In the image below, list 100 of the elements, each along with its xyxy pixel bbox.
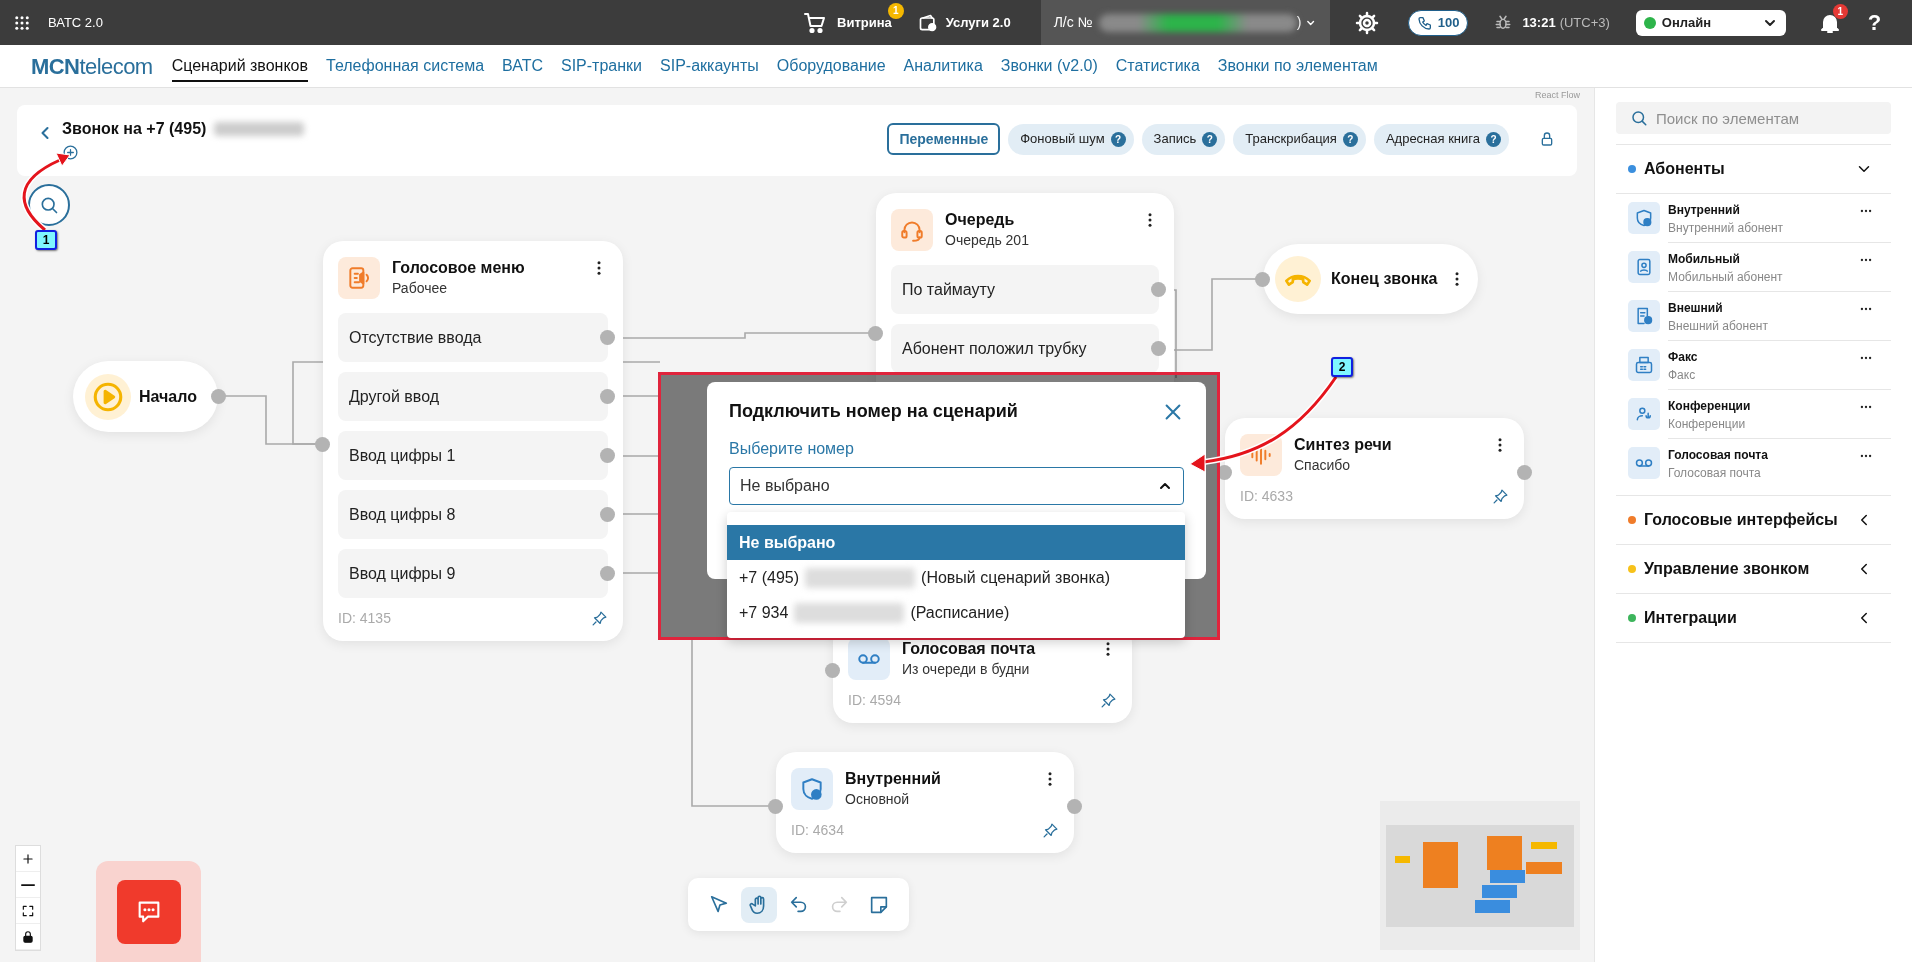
grid-icon xyxy=(13,13,31,32)
end-node[interactable]: Конец звонка xyxy=(1263,244,1478,314)
search-button[interactable] xyxy=(28,184,70,226)
search-field[interactable]: Поиск по элементам xyxy=(1616,102,1891,134)
dialog-title: Подключить номер на сценарий xyxy=(729,400,1018,423)
scenario-title: Звонок на +7 (495) xyxy=(62,119,207,139)
account-selector[interactable]: Л/с № ) xyxy=(1040,0,1330,45)
connector-handle[interactable] xyxy=(600,566,615,581)
item-title: Голосовая почта xyxy=(1668,447,1768,464)
connector-handle[interactable] xyxy=(600,448,615,463)
notification-badge: 1 xyxy=(887,2,904,19)
item-subtitle: Факс xyxy=(1668,367,1697,384)
watermark-text: React Flow xyxy=(1535,89,1580,102)
node-card[interactable]: Синтез речи Спасибо ID: 4633 xyxy=(1225,418,1524,519)
brand-logo: MCNtelecom xyxy=(31,52,153,81)
nav-tab[interactable]: Аналитика xyxy=(903,54,983,82)
select-field[interactable]: Не выбрано xyxy=(729,467,1184,505)
element-item[interactable]: Внешний Внешний абонент xyxy=(1616,292,1891,341)
output-label: Ввод цифры 9 xyxy=(349,563,456,584)
nav-tab[interactable]: Статистика xyxy=(1115,54,1200,82)
group-header[interactable]: Интеграции xyxy=(1616,593,1891,642)
calls-counter[interactable]: 100 xyxy=(1407,9,1469,36)
speaker-icon xyxy=(346,265,372,291)
bug-icon[interactable] xyxy=(1494,13,1513,32)
nav-tab[interactable]: Звонки (v2.0) xyxy=(1000,54,1098,82)
element-item[interactable]: Факс Факс xyxy=(1616,341,1891,390)
node-title: Внутренний xyxy=(845,769,941,789)
help-badge: ? xyxy=(1110,131,1126,147)
nav-tab[interactable]: SIP-аккаунты xyxy=(660,54,759,82)
connector-handle[interactable] xyxy=(1151,282,1166,297)
nav-tab[interactable]: Оборудование xyxy=(776,54,886,82)
element-item[interactable]: Голосовая почта Голосовая почта xyxy=(1616,439,1891,487)
group-header[interactable]: Абоненты xyxy=(1616,144,1891,193)
item-subtitle: Голосовая почта xyxy=(1668,465,1762,482)
fit-view-icon xyxy=(21,903,35,918)
item-subtitle: Внешний абонент xyxy=(1668,318,1768,335)
wallet-icon xyxy=(917,12,938,33)
cart-icon xyxy=(803,10,827,35)
group-header[interactable]: Голосовые интерфейсы xyxy=(1616,495,1891,544)
node-title: Конец звонка xyxy=(1331,269,1438,289)
pin-icon[interactable] xyxy=(1492,488,1509,505)
document-user-icon xyxy=(1634,306,1654,326)
people-icon xyxy=(1634,404,1654,424)
item-title: Конференции xyxy=(1668,398,1751,415)
node-card[interactable]: Внутренний Основной ID: 4634 xyxy=(776,752,1074,853)
connector-handle[interactable] xyxy=(600,330,615,345)
element-item[interactable]: Внутренний Внутренний абонент xyxy=(1616,194,1891,243)
field-label: Выберите номер xyxy=(729,439,855,459)
output-label: Другой ввод xyxy=(349,386,440,407)
lock-button[interactable] xyxy=(1539,131,1555,147)
nav-tab[interactable]: Сценарий звонков xyxy=(171,54,308,82)
profile-card-icon xyxy=(1634,257,1654,277)
dropdown-option[interactable]: Не выбрано xyxy=(727,525,1185,560)
shield-user-icon xyxy=(799,776,825,802)
pin-icon[interactable] xyxy=(591,610,608,627)
help-button[interactable]: ? xyxy=(1867,6,1882,39)
connector-handle[interactable] xyxy=(600,507,615,522)
help-badge: ? xyxy=(1202,131,1218,147)
services-button[interactable]: Услуги 2.0 xyxy=(917,12,1011,33)
dropdown-option[interactable]: +7 (495) (Новый сценарий звонка) xyxy=(727,560,1185,595)
toolbar-button[interactable] xyxy=(740,886,777,923)
connector-handle[interactable] xyxy=(600,389,615,404)
settings-icon xyxy=(1354,10,1379,35)
setting-chip[interactable]: Транскрибация ? xyxy=(1233,123,1366,155)
annotation-badge: 1 xyxy=(35,230,57,250)
node-subtitle: Спасибо xyxy=(1294,456,1352,475)
nav-tab[interactable]: Звонки по элементам xyxy=(1217,54,1378,82)
minimap-drawing[interactable] xyxy=(1380,801,1580,950)
node-title: Синтез речи xyxy=(1294,435,1392,455)
item-subtitle: Внутренний абонент xyxy=(1668,220,1784,237)
node-id: ID: 4135 xyxy=(338,609,391,628)
phone-icon xyxy=(1416,14,1433,31)
start-node[interactable]: Начало xyxy=(73,361,218,432)
shield-user-icon xyxy=(1634,208,1654,228)
clock-time: 13:21 xyxy=(1522,13,1556,32)
output-label: Абонент положил трубку xyxy=(902,338,1087,359)
node-card[interactable]: Голосовое меню Рабочее Отсутствие ввода Другой ввод Ввод цифры 1 Ввод цифры 8 Ввод цифры 9 ID: 4135 xyxy=(323,241,623,641)
item-subtitle: Конференции xyxy=(1668,416,1747,433)
setting-chip[interactable]: Фоновый шум ? xyxy=(1008,123,1134,155)
element-item[interactable]: Мобильный Мобильный абонент xyxy=(1616,243,1891,292)
setting-chip[interactable]: Запись ? xyxy=(1141,123,1226,155)
app-title: ВАТС 2.0 xyxy=(48,13,104,32)
node-title: Голосовая почта xyxy=(902,639,1036,659)
notification-badge: 1 xyxy=(1832,3,1848,19)
status-select[interactable]: Онлайн xyxy=(1635,9,1786,36)
element-item[interactable]: Конференции Конференции xyxy=(1616,390,1891,439)
nav-tab[interactable]: ВАТС xyxy=(502,54,543,82)
lock-icon xyxy=(1539,131,1555,147)
add-number-button[interactable] xyxy=(62,144,79,161)
group-header[interactable]: Управление звонком xyxy=(1616,544,1891,593)
setting-chip[interactable]: Адресная книга ? xyxy=(1373,123,1509,155)
pin-icon[interactable] xyxy=(1100,692,1117,709)
pin-icon[interactable] xyxy=(1042,822,1059,839)
nav-tab[interactable]: SIP-транки xyxy=(561,54,642,82)
variables-button[interactable]: Переменные xyxy=(887,123,1001,155)
nav-tab[interactable]: Телефонная система xyxy=(326,54,485,82)
chat-button[interactable] xyxy=(116,879,181,944)
node-title: Очередь xyxy=(945,210,1016,230)
search-icon xyxy=(1630,109,1648,127)
connector-handle[interactable] xyxy=(1151,341,1166,356)
